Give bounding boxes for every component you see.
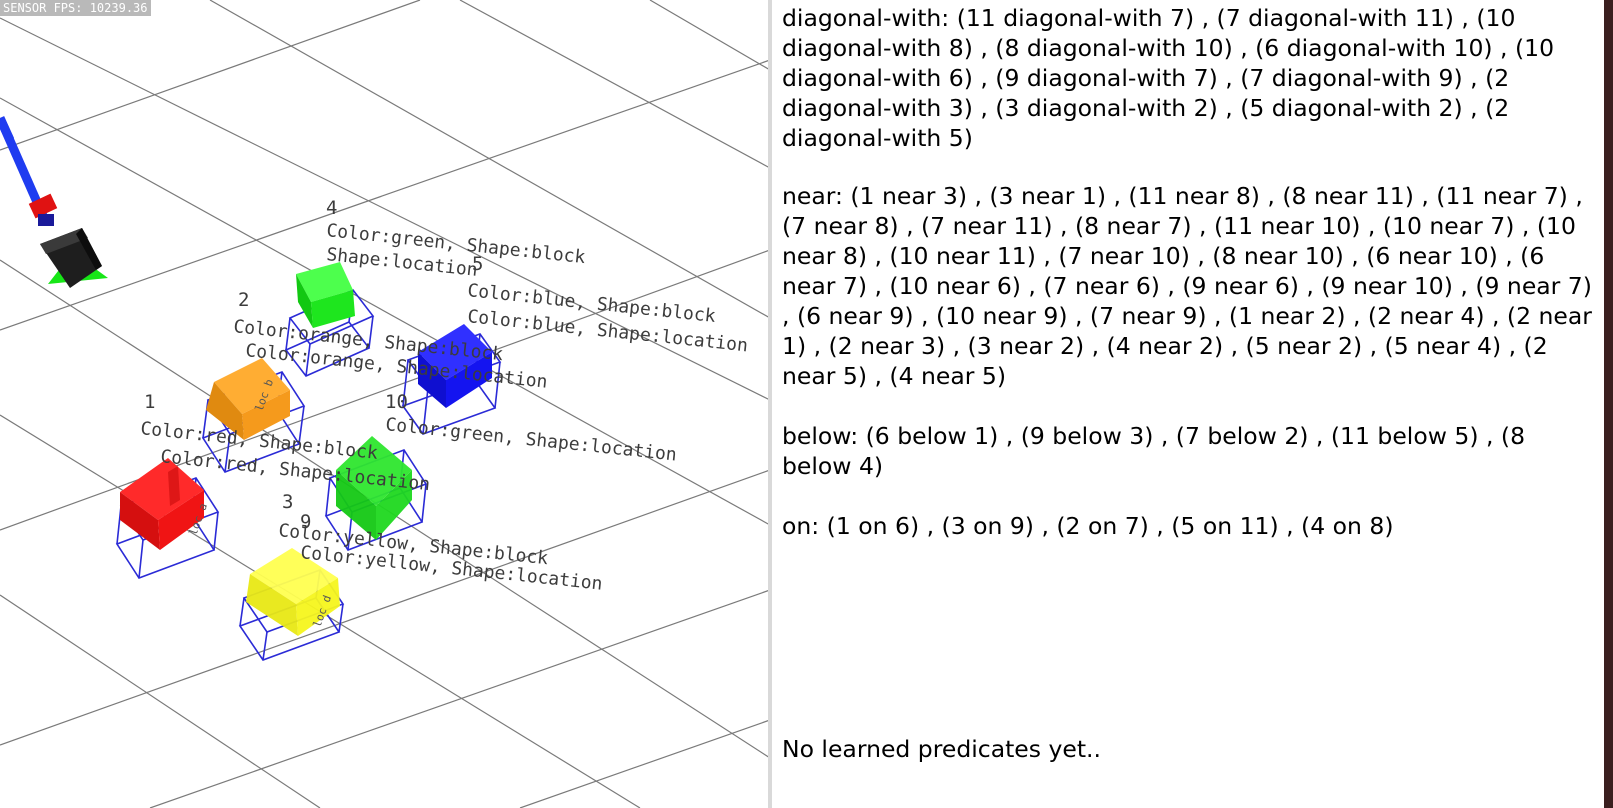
block-green[interactable] — [296, 262, 355, 328]
object-block-label: Color:green, Shape:location — [384, 414, 677, 465]
object-id-label: 5 — [472, 253, 483, 275]
learned-predicates-status: No learned predicates yet.. — [782, 735, 1101, 763]
predicate-group-diagonal-with: diagonal-with: (11 diagonal-with 7) , (7… — [782, 4, 1555, 152]
scene-canvas[interactable]: loc b loc a loc d 4 Color:green, Shape:b… — [0, 0, 770, 808]
object-id-label: 10 — [385, 391, 408, 413]
block-red[interactable] — [120, 458, 204, 550]
simulation-viewport[interactable]: loc b loc a loc d 4 Color:green, Shape:b… — [0, 0, 770, 808]
predicate-group-below: below: (6 below 1) , (9 below 3) , (7 be… — [782, 422, 1526, 480]
object-id-label: 3 — [282, 491, 293, 513]
object-id-label: 9 — [300, 511, 311, 533]
robot-arm — [0, 116, 108, 288]
object-id-label: 4 — [326, 197, 337, 219]
sensor-fps-readout: SENSOR FPS: 10239.36 — [0, 0, 151, 16]
object-id-label: 2 — [238, 289, 249, 311]
predicate-group-on: on: (1 on 6) , (3 on 9) , (2 on 7) , (5 … — [782, 512, 1394, 540]
window-edge — [1604, 0, 1613, 808]
object-id-label: 1 — [144, 391, 155, 413]
predicates-panel: diagonal-with: (11 diagonal-with 7) , (7… — [772, 0, 1604, 808]
predicate-group-near: near: (1 near 3) , (3 near 1) , (11 near… — [782, 182, 1592, 390]
